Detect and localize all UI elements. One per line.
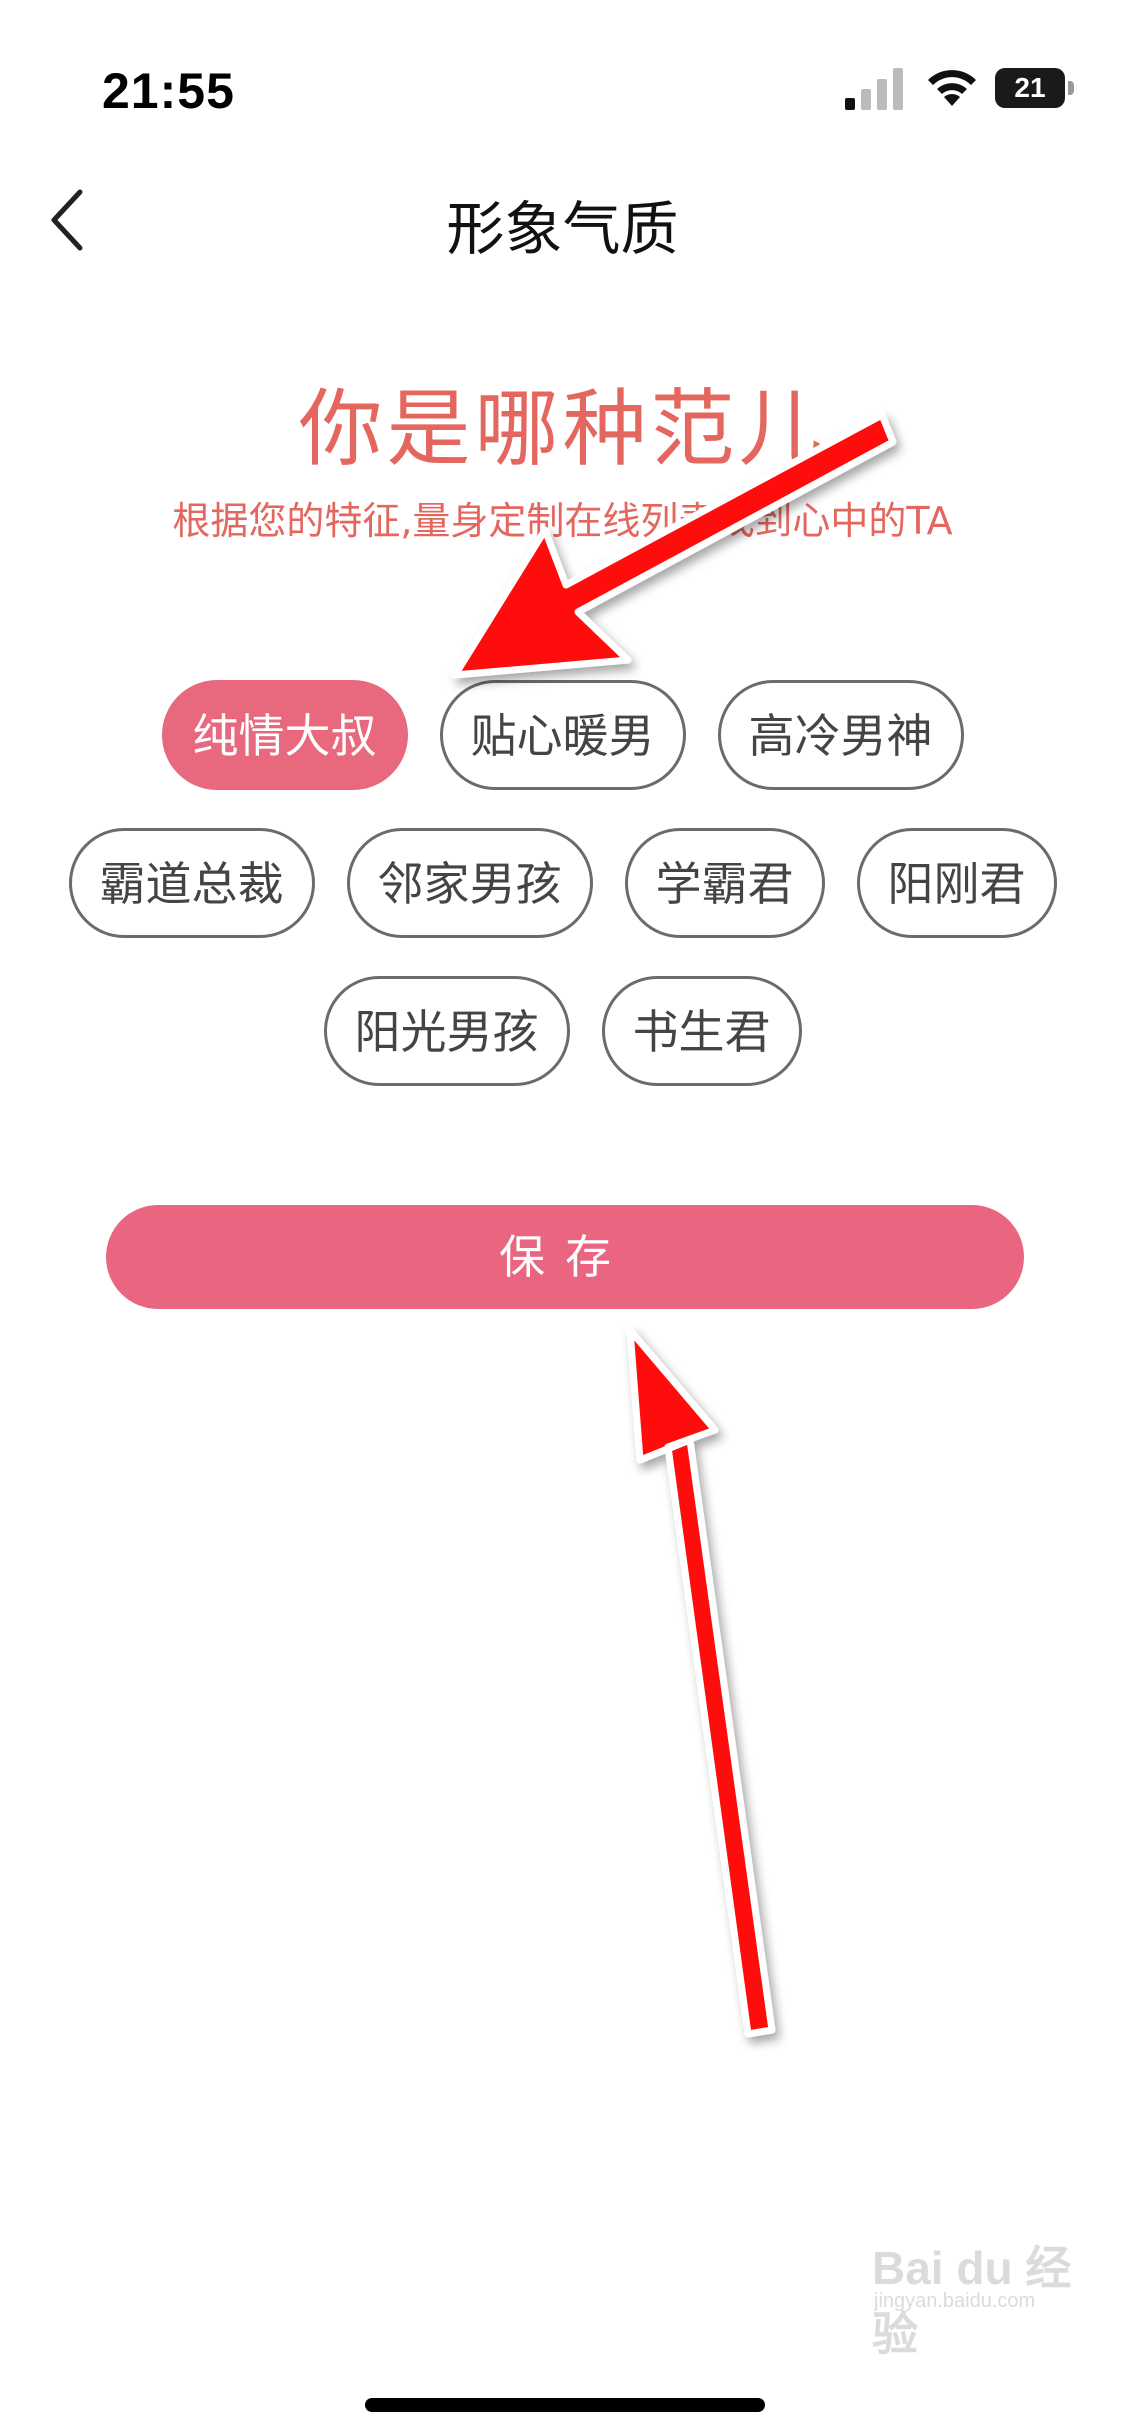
watermark-url: jingyan.baidu.com [874, 2290, 1036, 2312]
save-button[interactable]: 保存 [106, 1205, 1024, 1309]
tag-chip[interactable]: 学霸君 [624, 828, 825, 938]
annotation-arrow-icon [626, 1326, 776, 2038]
page-title: 形象气质 [446, 195, 679, 263]
tag-row: 纯情大叔 贴心暖男 高冷男神 [0, 680, 1125, 790]
cellular-signal-icon [845, 68, 903, 110]
tag-chip[interactable]: 霸道总裁 [68, 828, 315, 938]
tag-chip[interactable]: 贴心暖男 [439, 680, 686, 790]
section-subtitle: 根据您的特征,量身定制在线列表找到心中的TA [172, 499, 953, 543]
style-tag-group: 纯情大叔 贴心暖男 高冷男神 霸道总裁 邻家男孩 学霸君 阳刚君 阳光男孩 书生… [0, 680, 1125, 1124]
battery-icon: 21 [995, 68, 1075, 110]
tag-row: 阳光男孩 书生君 [0, 976, 1125, 1086]
tag-row: 霸道总裁 邻家男孩 学霸君 阳刚君 [0, 828, 1125, 938]
status-time: 21:55 [102, 63, 235, 119]
battery-tip [1068, 81, 1074, 95]
tag-chip[interactable]: 阳光男孩 [323, 976, 570, 1086]
tag-chip[interactable]: 高冷男神 [717, 680, 964, 790]
tag-chip[interactable]: 邻家男孩 [346, 828, 593, 938]
tag-chip[interactable]: 书生君 [601, 976, 802, 1086]
baidu-watermark: Bai du 经验 jingyan.baidu.com [860, 2232, 1100, 2360]
tag-chip[interactable]: 纯情大叔 [161, 680, 408, 790]
home-indicator[interactable] [365, 2398, 765, 2412]
wifi-icon [928, 70, 976, 106]
tag-chip[interactable]: 阳刚君 [856, 828, 1057, 938]
screen: 21:55 21 形象气质 你是哪种范儿 根据您的特征,量身定制在线列表找到心中… [0, 0, 1125, 2436]
battery-level: 21 [995, 68, 1065, 108]
section-heading: 你是哪种范儿 [298, 380, 827, 478]
